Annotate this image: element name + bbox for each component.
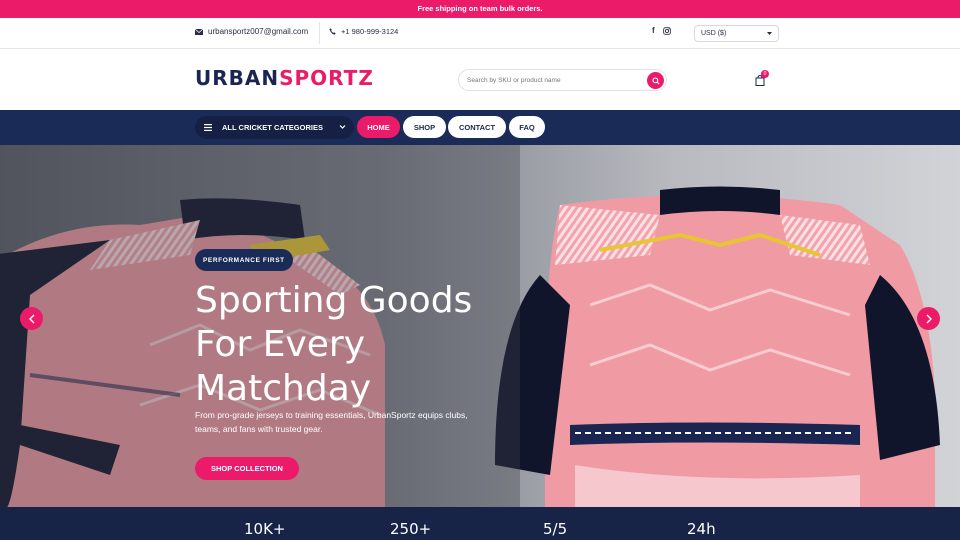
hero-slider: PERFORMANCE FIRST Sporting Goods For Eve… (0, 145, 960, 507)
nav-home[interactable]: HOME (357, 116, 400, 138)
chevron-right-icon (926, 314, 932, 323)
nav-shop[interactable]: SHOP (403, 116, 446, 138)
chevron-down-icon (767, 32, 772, 35)
phone-text: +1 980-999-3124 (341, 27, 399, 36)
hero-badge: PERFORMANCE FIRST (195, 249, 293, 271)
main-navigation: ALL CRICKET CATEGORIES HOME SHOP CONTACT… (0, 110, 960, 145)
instagram-icon[interactable] (662, 27, 671, 35)
search-input[interactable] (467, 76, 637, 84)
next-slide-button[interactable] (917, 307, 940, 330)
hero-title-line: Matchday (195, 368, 372, 409)
logo-part-sportz: SPORTZ (279, 66, 374, 90)
nav-contact[interactable]: CONTACT (448, 116, 506, 138)
cart-button[interactable]: 0 (755, 70, 769, 87)
hero-subtitle: From pro-grade jerseys to training essen… (195, 410, 468, 434)
search-icon (651, 76, 660, 85)
top-bar: urbansportz007@gmail.com +1 980-999-3124… (0, 18, 960, 49)
envelope-icon (195, 28, 203, 35)
divider (319, 22, 320, 44)
cart-count-badge: 0 (761, 70, 769, 78)
site-logo[interactable]: URBANSPORTZ (195, 66, 374, 90)
announcement-bar: Free shipping on team bulk orders. (0, 0, 960, 18)
stat-value: 24h (687, 520, 716, 538)
hero-title: Sporting Goods For Every Matchday (195, 279, 495, 411)
phone-icon (329, 28, 336, 35)
chevron-left-icon (28, 314, 34, 323)
stat-value: 10K+ (244, 520, 286, 538)
social-links: f (652, 26, 671, 35)
stat-value: 5/5 (543, 520, 568, 538)
all-categories-dropdown[interactable]: ALL CRICKET CATEGORIES (195, 116, 354, 139)
currency-value: USD ($) (701, 30, 727, 37)
prev-slide-button[interactable] (20, 307, 43, 330)
nav-faq[interactable]: FAQ (509, 116, 545, 138)
chevron-down-icon (339, 125, 346, 129)
contact-phone[interactable]: +1 980-999-3124 (329, 27, 398, 36)
hero-title-line: For Every (195, 324, 365, 365)
email-text: urbansportz007@gmail.com (208, 27, 309, 36)
facebook-icon[interactable]: f (652, 26, 655, 35)
search-button[interactable] (647, 72, 664, 89)
categories-label: ALL CRICKET CATEGORIES (222, 123, 323, 132)
stat-value: 250+ (390, 520, 432, 538)
hero-title-line: Sporting Goods (195, 280, 473, 321)
currency-select[interactable]: USD ($) (694, 25, 779, 42)
shop-collection-button[interactable]: SHOP COLLECTION (195, 457, 299, 480)
hamburger-icon (204, 124, 212, 131)
contact-email[interactable]: urbansportz007@gmail.com (195, 27, 308, 36)
search-bar (458, 69, 667, 91)
site-header: URBANSPORTZ 0 (0, 49, 960, 110)
stats-bar: 10K+ 250+ 5/5 24h (0, 507, 960, 540)
logo-part-urban: URBAN (195, 66, 280, 90)
